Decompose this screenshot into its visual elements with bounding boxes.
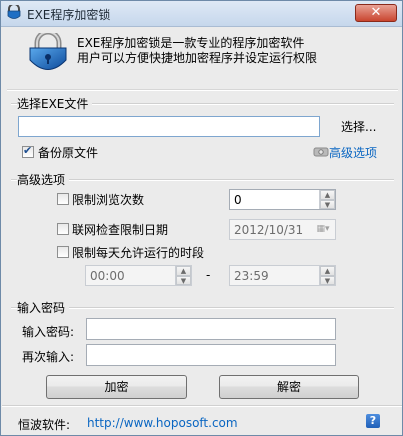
banner-divider <box>7 89 398 91</box>
backup-checkbox[interactable] <box>22 144 34 158</box>
banner-line-2: 用户可以方便快捷地加密程序并设定运行权限 <box>77 51 318 65</box>
time-start-spin[interactable]: ▲ ▼ <box>175 266 191 285</box>
password-group-label: 输入密码 <box>17 299 70 316</box>
advanced-group-label: 高级选项 <box>17 171 70 188</box>
spin-down-icon[interactable]: ▼ <box>320 199 335 209</box>
spin-up-icon[interactable]: ▲ <box>320 190 335 200</box>
net-date-checkbox[interactable] <box>57 223 69 235</box>
time-end-spin[interactable]: ▲ ▼ <box>319 266 335 285</box>
spin-up-icon[interactable]: ▲ <box>176 266 191 276</box>
password-input[interactable] <box>86 318 336 340</box>
select-file-group-label: 选择EXE文件 <box>17 95 93 112</box>
confirm-password-label: 再次输入: <box>22 350 75 364</box>
spin-up-icon[interactable]: ▲ <box>320 266 335 276</box>
password-label: 输入密码: <box>22 325 75 339</box>
time-start-spinner[interactable]: ▲▼ <box>85 265 192 286</box>
limit-views-label: 限制浏览次数 <box>72 193 145 207</box>
limit-views-checkbox[interactable] <box>57 193 69 205</box>
window-title: EXE程序加密锁 <box>27 8 111 22</box>
limit-views-spin[interactable]: ▲ ▼ <box>319 190 335 209</box>
calendar-dropdown-icon[interactable]: ▦▾ <box>309 219 337 239</box>
vendor-label: 恒波软件: <box>18 418 71 432</box>
vendor-url-link[interactable]: http://www.hoposoft.com <box>87 416 238 430</box>
confirm-password-input[interactable] <box>86 344 336 366</box>
close-button[interactable]: ✕ <box>355 4 397 22</box>
app-window: EXE程序加密锁 ✕ EXE程序加密锁是一款专业的程序加密软件 用户可以方便快捷… <box>0 0 403 436</box>
banner-line-1: EXE程序加密锁是一款专业的程序加密软件 <box>77 36 305 50</box>
spin-down-icon[interactable]: ▼ <box>320 275 335 285</box>
gear-icon <box>313 147 329 157</box>
exe-file-path-input[interactable] <box>18 116 320 137</box>
decrypt-button[interactable]: 解密 <box>219 375 359 399</box>
time-separator: - <box>206 268 211 282</box>
net-date-label: 联网检查限制日期 <box>72 223 169 237</box>
encrypt-button[interactable]: 加密 <box>46 375 187 399</box>
help-icon[interactable]: ? <box>366 414 380 428</box>
time-end-spinner[interactable]: ▲▼ <box>229 265 336 286</box>
lock-shield-icon <box>29 33 67 70</box>
app-icon <box>7 5 21 19</box>
limit-views-spinner[interactable]: ▲▼ <box>229 189 336 210</box>
footer-divider <box>2 405 402 407</box>
advanced-options-link[interactable]: 高级选项 <box>329 144 377 161</box>
net-date-picker[interactable]: ▦▾ <box>229 219 336 240</box>
banner-description: EXE程序加密锁是一款专业的程序加密软件 用户可以方便快捷地加密程序并设定运行权… <box>77 36 317 66</box>
title-bar: EXE程序加密锁 ✕ <box>1 1 402 27</box>
spin-down-icon[interactable]: ▼ <box>176 275 191 285</box>
backup-label: 备份原文件 <box>38 146 99 160</box>
time-range-label: 限制每天允许运行的时段 <box>72 246 205 260</box>
browse-button[interactable]: 选择... <box>341 118 376 135</box>
time-range-checkbox[interactable] <box>57 246 69 258</box>
